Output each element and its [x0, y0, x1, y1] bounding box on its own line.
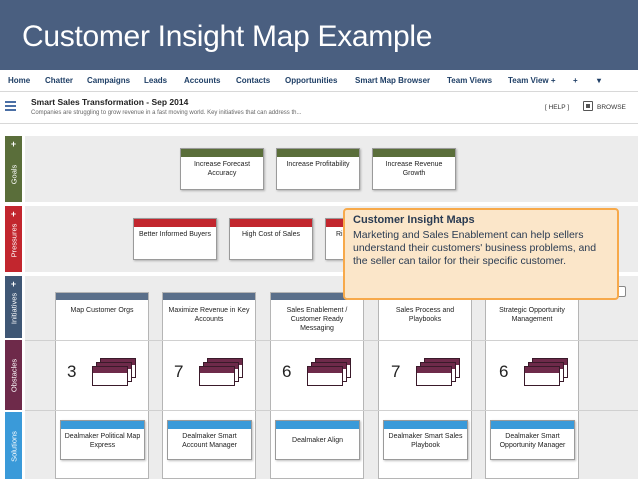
goal-card[interactable]: Increase Forecast Accuracy	[180, 148, 264, 190]
help-link[interactable]: [ HELP ]	[545, 104, 569, 111]
obstacle-count: 3	[67, 362, 77, 381]
solution-card[interactable]: Dealmaker Smart Opportunity Manager	[490, 420, 575, 460]
browse-link[interactable]: BROWSE	[597, 104, 626, 111]
tab-obstacles[interactable]: Obstacles	[5, 340, 22, 410]
top-nav: Home Chatter Campaigns Leads Accounts Co…	[0, 70, 638, 92]
nav-add-tab[interactable]: +	[573, 76, 578, 85]
initiative-title: Sales Enablement / Customer Ready Messag…	[286, 307, 348, 332]
obstacle-stack[interactable]	[524, 358, 568, 386]
pressure-card[interactable]: Better Informed Buyers	[133, 218, 217, 260]
initiatives-label: Initiatives	[9, 292, 18, 325]
nav-accounts[interactable]: Accounts	[184, 76, 220, 85]
pressures-label: Pressures	[9, 223, 18, 258]
divider	[25, 340, 638, 341]
nav-chatter[interactable]: Chatter	[45, 76, 73, 85]
divider	[25, 410, 638, 411]
add-goal-button[interactable]: +	[5, 139, 22, 149]
callout-title: Customer Insight Maps	[353, 214, 475, 226]
nav-smart-map-browser[interactable]: Smart Map Browser	[355, 76, 430, 85]
nav-campaigns[interactable]: Campaigns	[87, 76, 130, 85]
obstacle-stack[interactable]	[416, 358, 460, 386]
nav-team-view-plus[interactable]: Team View +	[508, 76, 556, 85]
nav-more-dropdown[interactable]: ▾	[597, 76, 601, 85]
nav-opportunities[interactable]: Opportunities	[285, 76, 337, 85]
tab-solutions[interactable]: Solutions	[5, 412, 22, 479]
solution-card[interactable]: Dealmaker Align	[275, 420, 360, 460]
obstacle-count: 6	[282, 362, 292, 381]
initiative-title: Maximize Revenue in Key Accounts	[168, 307, 250, 323]
row-goals: + Goals Increase Forecast Accuracy Incre…	[0, 136, 638, 202]
initiative-title: Map Customer Orgs	[70, 307, 134, 314]
hamburger-menu-icon[interactable]	[5, 101, 16, 111]
add-initiative-button[interactable]: +	[5, 279, 22, 289]
goal-card[interactable]: Increase Revenue Growth	[372, 148, 456, 190]
solutions-label: Solutions	[9, 431, 18, 462]
goal-card[interactable]: Increase Profitability	[276, 148, 360, 190]
initiative-title: Strategic Opportunity Management	[499, 307, 565, 323]
obstacle-stack[interactable]	[92, 358, 136, 386]
goals-label: Goals	[9, 164, 18, 185]
nav-team-views[interactable]: Team Views	[447, 76, 492, 85]
obstacle-stack[interactable]	[307, 358, 351, 386]
initiative-title: Sales Process and Playbooks	[395, 307, 455, 323]
browse-icon[interactable]	[583, 101, 593, 111]
solution-card[interactable]: Dealmaker Political Map Express	[60, 420, 145, 460]
callout-tooltip: Customer Insight Maps Marketing and Sale…	[343, 208, 619, 300]
goals-area: Increase Forecast Accuracy Increase Prof…	[25, 136, 638, 202]
tab-goals[interactable]: + Goals	[5, 136, 22, 202]
add-pressure-button[interactable]: +	[5, 209, 22, 219]
obstacle-count: 6	[499, 362, 509, 381]
solution-card[interactable]: Dealmaker Smart Sales Playbook	[383, 420, 468, 460]
nav-leads[interactable]: Leads	[144, 76, 167, 85]
nav-home[interactable]: Home	[8, 76, 30, 85]
obstacle-count: 7	[391, 362, 401, 381]
obstacle-stack[interactable]	[199, 358, 243, 386]
solution-card[interactable]: Dealmaker Smart Account Manager	[167, 420, 252, 460]
callout-body: Marketing and Sales Enablement can help …	[353, 229, 597, 267]
nav-contacts[interactable]: Contacts	[236, 76, 270, 85]
tab-initiatives[interactable]: + Initiatives	[5, 276, 22, 338]
map-title: Smart Sales Transformation - Sep 2014	[31, 97, 189, 107]
map-subtitle: Companies are struggling to grow revenue…	[31, 110, 302, 116]
obstacles-label: Obstacles	[9, 358, 18, 393]
obstacle-count: 7	[174, 362, 184, 381]
map-titlebar: Smart Sales Transformation - Sep 2014 Co…	[0, 92, 638, 124]
tab-pressures[interactable]: + Pressures	[5, 206, 22, 272]
slide-title: Customer Insight Map Example	[22, 20, 433, 53]
slide-header: Customer Insight Map Example	[0, 0, 638, 70]
pressure-card[interactable]: High Cost of Sales	[229, 218, 313, 260]
